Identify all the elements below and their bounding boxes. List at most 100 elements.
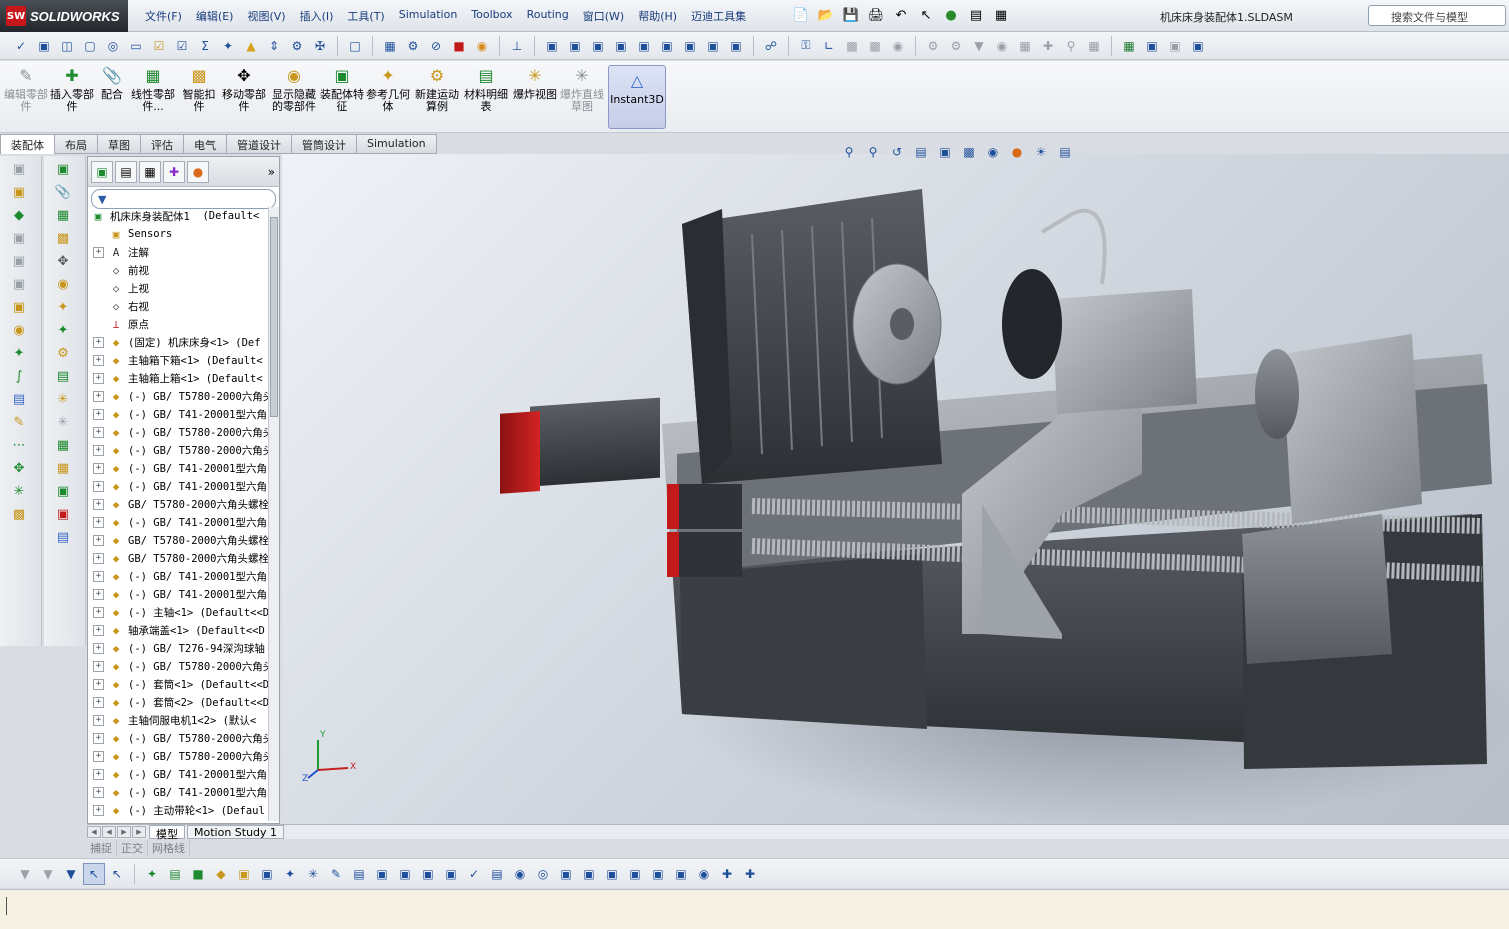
expand-icon[interactable]: + <box>93 660 104 672</box>
move-component-button[interactable]: ✥ 移动零部件 <box>222 65 266 129</box>
tree-item[interactable]: ◇ 前视 <box>88 261 268 279</box>
box-icon[interactable]: ▣ <box>564 35 586 57</box>
expand-icon[interactable]: + <box>93 534 104 546</box>
check-icon[interactable]: ☑ <box>171 35 193 57</box>
exploded-view-button[interactable]: ✳ 爆炸视图 <box>512 65 558 129</box>
tool-icon[interactable]: ⋯ <box>6 435 32 455</box>
tree-item[interactable]: + ◆ (-) GB/ T5780-2000六角头 <box>88 441 268 459</box>
scrollbar-thumb[interactable] <box>270 217 278 417</box>
tool-icon[interactable]: ✳ <box>50 389 76 409</box>
menu-insert[interactable]: 插入(I) <box>293 6 341 26</box>
tab-evaluate[interactable]: 评估 <box>141 134 184 154</box>
show-hidden-components-button[interactable]: ◉ 显示隐藏的零部件 <box>270 65 318 129</box>
tool-icon[interactable]: ▩ <box>6 504 32 524</box>
expand-icon[interactable]: + <box>93 732 104 744</box>
tree-item[interactable]: ▣ Sensors <box>88 225 268 243</box>
last-tab-icon[interactable]: ▶ <box>132 826 146 838</box>
expand-icon[interactable]: + <box>93 624 104 636</box>
expand-icon[interactable]: + <box>93 570 104 582</box>
print-icon[interactable]: ▣ <box>1141 35 1163 57</box>
menu-help[interactable]: 帮助(H) <box>631 6 684 26</box>
tree-item[interactable]: + ◆ 轴承端盖<1> (Default<<D <box>88 621 268 639</box>
link-icon[interactable]: ☍ <box>760 35 782 57</box>
filter-origin-icon[interactable]: ✳ <box>302 863 324 885</box>
filter-routing-icon[interactable]: ▣ <box>601 863 623 885</box>
section-view-icon[interactable]: ▤ <box>910 141 932 163</box>
filter-weld-icon[interactable]: ▣ <box>394 863 416 885</box>
spelling-icon[interactable]: ✓ <box>10 35 32 57</box>
motion-icon[interactable]: ⚙ <box>286 35 308 57</box>
prev-tab-icon[interactable]: ◀ <box>102 826 116 838</box>
disabled-tool-icon[interactable]: ▦ <box>1014 35 1036 57</box>
tree-item[interactable]: + ◆ (-) GB/ T41-20001型六角 <box>88 513 268 531</box>
dimxpert-icon[interactable]: ◫ <box>56 35 78 57</box>
display-manager-tab-icon[interactable]: ● <box>187 160 209 183</box>
excel-icon[interactable]: ▦ <box>1118 35 1140 57</box>
checkbox-icon[interactable]: ☑ <box>148 35 170 57</box>
open-icon[interactable]: 📂 <box>815 5 837 25</box>
tree-item[interactable]: + ◆ GB/ T5780-2000六角头螺栓 <box>88 549 268 567</box>
tree-item[interactable]: + ◆ GB/ T5780-2000六角头螺栓 <box>88 531 268 549</box>
tool-icon[interactable]: ▩ <box>50 228 76 248</box>
bill-of-materials-button[interactable]: ▤ 材料明细表 <box>464 65 508 129</box>
expand-icon[interactable]: + <box>93 678 104 690</box>
expand-icon[interactable]: + <box>93 498 104 510</box>
tree-item[interactable]: + ◆ (-) GB/ T41-20001型六角 <box>88 585 268 603</box>
edit-component-button[interactable]: ✎ 编辑零部件 <box>4 65 48 129</box>
select-icon[interactable]: ↖ <box>915 5 937 25</box>
expand-icon[interactable]: + <box>93 480 104 492</box>
tree-item[interactable]: + ◆ (固定) 机床床身<1> (Def <box>88 333 268 351</box>
tool-icon[interactable]: ▤ <box>6 389 32 409</box>
disabled-tool-icon[interactable]: ▦ <box>1083 35 1105 57</box>
anchor-icon[interactable]: ⊥ <box>506 35 528 57</box>
key-icon[interactable]: ⚿ <box>795 35 817 57</box>
tree-item[interactable]: + ◆ (-) GB/ T276-94深沟球轴 <box>88 639 268 657</box>
filter-plane-icon[interactable]: ▣ <box>256 863 278 885</box>
expand-icon[interactable]: + <box>93 516 104 528</box>
tool-icon[interactable]: ▣ <box>6 228 32 248</box>
filter-datum-icon[interactable]: ▣ <box>417 863 439 885</box>
explode-line-sketch-button[interactable]: ✳ 爆炸直线草图 <box>560 65 604 129</box>
disabled-tool-icon[interactable]: ▼ <box>968 35 990 57</box>
menu-toolbox[interactable]: Toolbox <box>464 6 519 26</box>
tool-icon[interactable]: ◆ <box>6 205 32 225</box>
sketch-tools-icon[interactable]: ✠ <box>309 35 331 57</box>
first-tab-icon[interactable]: ◀ <box>87 826 101 838</box>
tool-icon[interactable]: ⚙ <box>50 343 76 363</box>
expand-icon[interactable]: + <box>93 462 104 474</box>
linear-pattern-button[interactable]: ▦ 线性零部件... <box>130 65 176 129</box>
tree-item[interactable]: + ◆ 主轴伺服电机1<2> (默认< <box>88 711 268 729</box>
filter-surface-icon[interactable]: ◆ <box>210 863 232 885</box>
search-input[interactable]: 搜索文件与模型 <box>1368 5 1506 26</box>
tree-root[interactable]: ▣ 机床床身装配体1 (Default< <box>88 207 268 225</box>
dimxpert-tab-icon[interactable]: ✚ <box>163 160 185 183</box>
help-icon[interactable]: ▣ <box>1187 35 1209 57</box>
zoom-to-fit-icon[interactable]: ⚲ <box>838 141 860 163</box>
disabled-tool-icon[interactable]: ◉ <box>887 35 909 57</box>
tool-icon[interactable]: ✥ <box>6 458 32 478</box>
grid-toggle[interactable]: 网格线 <box>148 840 190 856</box>
tool-icon[interactable]: ◉ <box>50 274 76 294</box>
menu-simulation[interactable]: Simulation <box>392 6 465 26</box>
filter-axis-icon[interactable]: ▣ <box>233 863 255 885</box>
apply-scene-icon[interactable]: ☀ <box>1030 141 1052 163</box>
options-icon[interactable]: ▦ <box>990 5 1012 25</box>
gear-icon[interactable]: ⚙ <box>922 35 944 57</box>
tab-model[interactable]: 模型 <box>149 825 185 841</box>
tool-icon[interactable]: ▣ <box>6 159 32 179</box>
box-icon[interactable]: ▣ <box>679 35 701 57</box>
new-motion-study-button[interactable]: ⚙ 新建运动算例 <box>414 65 460 129</box>
tree-item[interactable]: + ◆ (-) GB/ T5780-2000六角头 <box>88 657 268 675</box>
box-icon[interactable]: ▣ <box>541 35 563 57</box>
tool-icon[interactable]: ▣ <box>6 251 32 271</box>
tree-item[interactable]: ⊥ 原点 <box>88 315 268 333</box>
menu-window[interactable]: 窗口(W) <box>576 6 631 26</box>
mate-button[interactable]: 📎 配合 <box>96 65 128 129</box>
tool-icon[interactable]: ✦ <box>50 297 76 317</box>
search-icon[interactable]: ⚲ <box>1060 35 1082 57</box>
expand-icon[interactable]: + <box>93 426 104 438</box>
graphics-viewport[interactable]: Y X Z <box>282 154 1509 824</box>
tools-icon[interactable]: ✦ <box>217 35 239 57</box>
tab-simulation[interactable]: Simulation <box>357 134 437 154</box>
tool-icon[interactable]: ◉ <box>6 320 32 340</box>
